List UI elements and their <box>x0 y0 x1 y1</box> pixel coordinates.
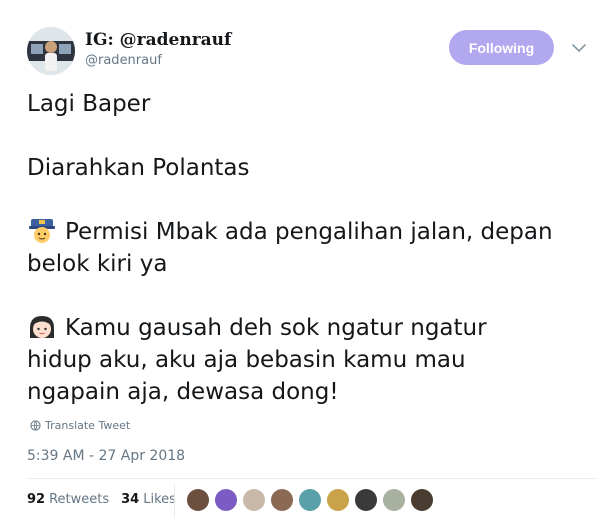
following-button[interactable]: Following <box>449 30 554 65</box>
liker-avatar[interactable] <box>299 489 321 511</box>
liker-avatar[interactable] <box>243 489 265 511</box>
girl-face-icon <box>27 314 57 340</box>
retweets-label: Retweets <box>49 492 110 507</box>
liker-avatar[interactable] <box>355 489 377 511</box>
liker-avatar[interactable] <box>383 489 405 511</box>
liker-avatar[interactable] <box>215 489 237 511</box>
liker-avatar[interactable] <box>187 489 209 511</box>
translate-label[interactable]: Translate Tweet <box>45 419 130 432</box>
author-handle[interactable]: @radenrauf <box>85 53 162 68</box>
tweet-line-text: Permisi Mbak ada pengalihan jalan, depan… <box>27 219 553 277</box>
divider <box>27 478 597 479</box>
tweet-line: Diarahkan Polantas <box>27 155 250 181</box>
liker-avatar[interactable] <box>411 489 433 511</box>
retweets-stat[interactable]: 92 Retweets <box>27 492 109 507</box>
tweet-stats: 92 Retweets 34 Likes <box>27 492 176 507</box>
tweet-line: Lagi Baper <box>27 91 151 117</box>
retweets-count: 92 <box>27 492 46 507</box>
tweet-timestamp[interactable]: 5:39 AM - 27 Apr 2018 <box>27 448 185 464</box>
stats-divider <box>174 483 175 518</box>
tweet-line: Permisi Mbak ada pengalihan jalan, depan… <box>27 216 597 280</box>
globe-icon <box>30 420 41 431</box>
author-name[interactable]: IG: @radenrauf <box>85 30 231 50</box>
liker-avatar[interactable] <box>327 489 349 511</box>
tweet-line: Kamu gausah deh sok ngatur ngatur hidup … <box>27 312 597 408</box>
likes-count: 34 <box>121 492 140 507</box>
tweet-text: Lagi Baper Diarahkan Polantas Permisi Mb… <box>27 88 597 408</box>
liker-avatars <box>187 489 433 511</box>
likes-stat[interactable]: 34 Likes <box>121 492 176 507</box>
translate-tweet-link[interactable]: Translate Tweet <box>30 419 130 432</box>
tweet-line-text: Kamu gausah deh sok ngatur ngatur hidup … <box>27 315 487 405</box>
likes-label: Likes <box>143 492 176 507</box>
chevron-down-icon[interactable] <box>570 40 588 54</box>
liker-avatar[interactable] <box>271 489 293 511</box>
avatar[interactable] <box>27 27 75 75</box>
police-officer-icon <box>27 218 57 244</box>
